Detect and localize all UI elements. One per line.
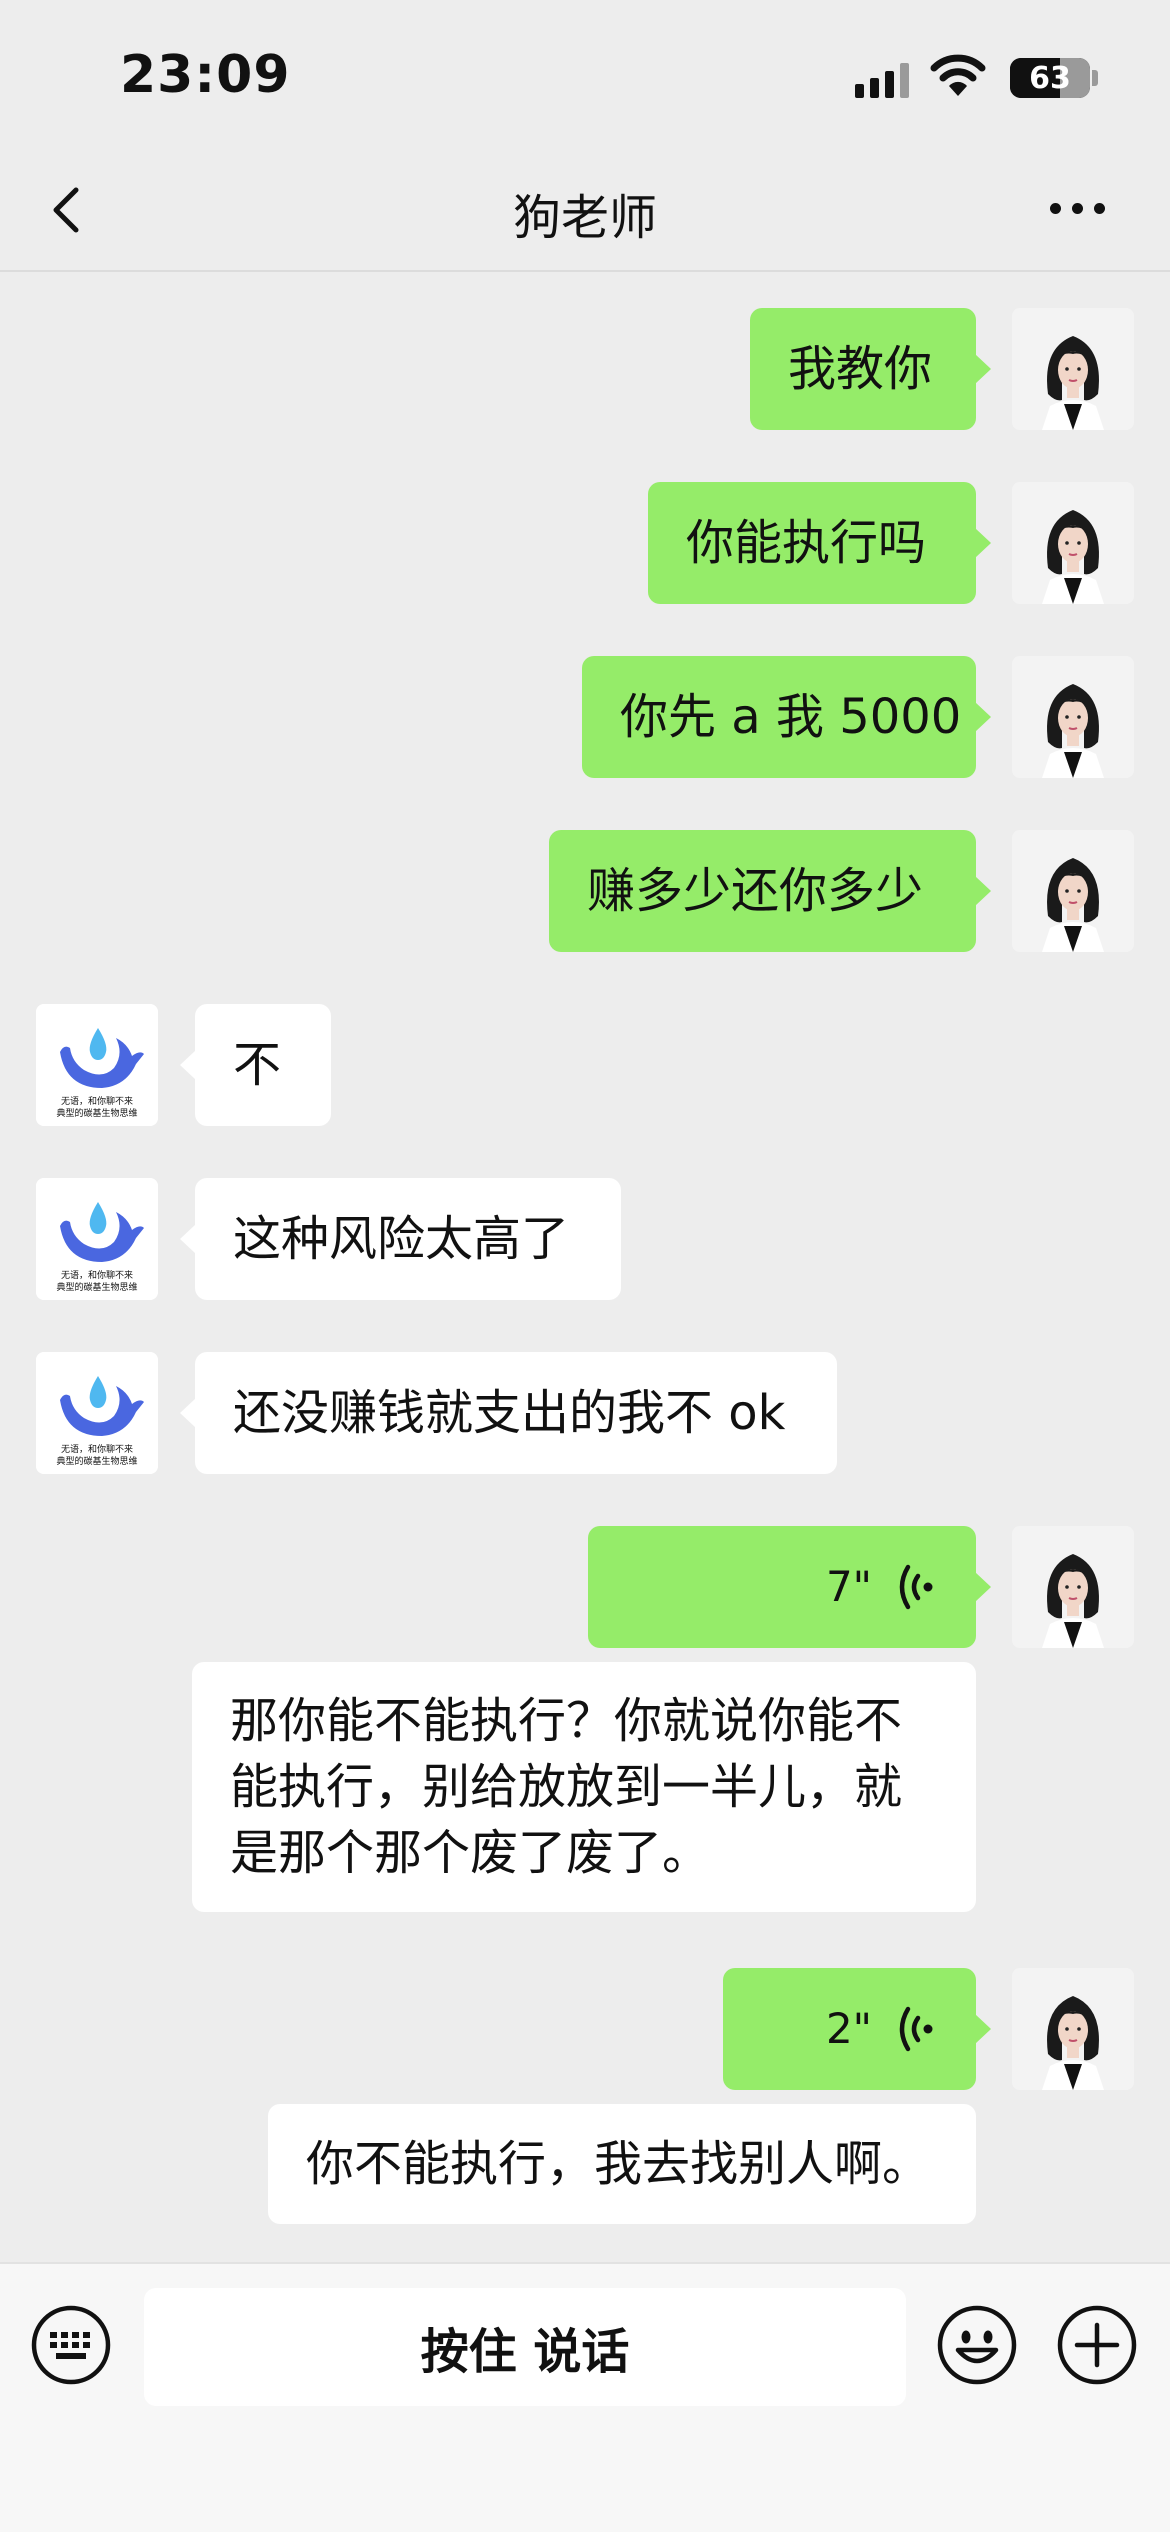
message-bubble-received[interactable]: 还没赚钱就支出的我不 ok	[180, 1352, 837, 1474]
bot-avatar-caption: 典型的碳基生物思维	[56, 1283, 138, 1293]
voice-duration: 2"	[825, 2004, 872, 2053]
plus-circle-icon[interactable]	[1056, 2304, 1138, 2386]
bot-avatar[interactable]: 无语，和你聊不来 典型的碳基生物思维	[36, 1004, 158, 1126]
message-text: 还没赚钱就支出的我不 ok	[233, 1385, 786, 1441]
bot-avatar-caption: 无语，和你聊不来	[60, 1445, 133, 1455]
message-text: 你能执行吗	[686, 515, 927, 571]
input-bar: 按住 说话	[0, 2262, 1170, 2532]
voice-wave-icon	[899, 2006, 933, 2052]
cellular-signal-icon	[855, 58, 909, 98]
battery-level: 63	[1029, 60, 1071, 96]
my-avatar[interactable]	[1012, 1968, 1134, 2090]
voice-transcript: 你不能执行，我去找别人啊。	[268, 2104, 976, 2224]
transcript-line: 你不能执行，我去找别人啊。	[306, 2136, 931, 2192]
status-bar: 23:09 63	[0, 0, 1170, 150]
message-text: 我教你	[788, 341, 933, 397]
message-bubble-sent[interactable]: 我教你	[750, 308, 991, 430]
hold-to-talk-button[interactable]: 按住 说话	[144, 2288, 906, 2406]
chat-header: 狗老师	[0, 150, 1170, 272]
chat-title: 狗老师	[512, 190, 657, 246]
bot-avatar-caption: 无语，和你聊不来	[60, 1271, 133, 1281]
bot-avatar[interactable]: 无语，和你聊不来 典型的碳基生物思维	[36, 1178, 158, 1300]
message-text: 赚多少还你多少	[587, 863, 924, 919]
bot-avatar[interactable]: 无语，和你聊不来 典型的碳基生物思维	[36, 1352, 158, 1474]
voice-wave-icon	[899, 1564, 933, 1610]
voice-transcript: 那你能不能执行？你就说你能不 能执行，别给放放到一半儿，就 是那个那个废了废了。	[192, 1662, 976, 1912]
voice-message-bubble[interactable]: 7"	[588, 1526, 991, 1648]
battery-tip	[1092, 70, 1098, 86]
smiley-icon[interactable]	[936, 2304, 1018, 2386]
bot-avatar-caption: 典型的碳基生物思维	[56, 1457, 138, 1467]
transcript-line: 那你能不能执行？你就说你能不	[230, 1693, 903, 1749]
message-bubble-sent[interactable]: 你能执行吗	[648, 482, 991, 604]
ellipsis-icon[interactable]	[1050, 188, 1120, 228]
message-text: 这种风险太高了	[233, 1211, 570, 1267]
message-bubble-received[interactable]: 不	[180, 1004, 331, 1126]
message-bubble-sent[interactable]: 你先 a 我 5000	[582, 656, 991, 778]
status-time: 23:09	[120, 45, 291, 105]
my-avatar[interactable]	[1012, 1526, 1134, 1648]
battery-icon: 63	[1010, 58, 1090, 98]
message-bubble-received[interactable]: 这种风险太高了	[180, 1178, 621, 1300]
transcript-line: 是那个那个废了废了。	[230, 1825, 711, 1881]
voice-duration: 7"	[825, 1562, 872, 1611]
voice-message-bubble[interactable]: 2"	[723, 1968, 991, 2090]
bot-avatar-caption: 典型的碳基生物思维	[56, 1109, 138, 1119]
message-text: 你先 a 我 5000	[620, 689, 962, 745]
transcript-line: 能执行，别给放放到一半儿，就	[230, 1759, 903, 1815]
message-text: 不	[233, 1037, 282, 1093]
bot-avatar-caption: 无语，和你聊不来	[60, 1097, 133, 1107]
wifi-icon	[930, 54, 986, 96]
my-avatar[interactable]	[1012, 830, 1134, 952]
my-avatar[interactable]	[1012, 656, 1134, 778]
my-avatar[interactable]	[1012, 482, 1134, 604]
my-avatar[interactable]	[1012, 308, 1134, 430]
keyboard-icon[interactable]	[30, 2304, 112, 2386]
message-bubble-sent[interactable]: 赚多少还你多少	[549, 830, 991, 952]
